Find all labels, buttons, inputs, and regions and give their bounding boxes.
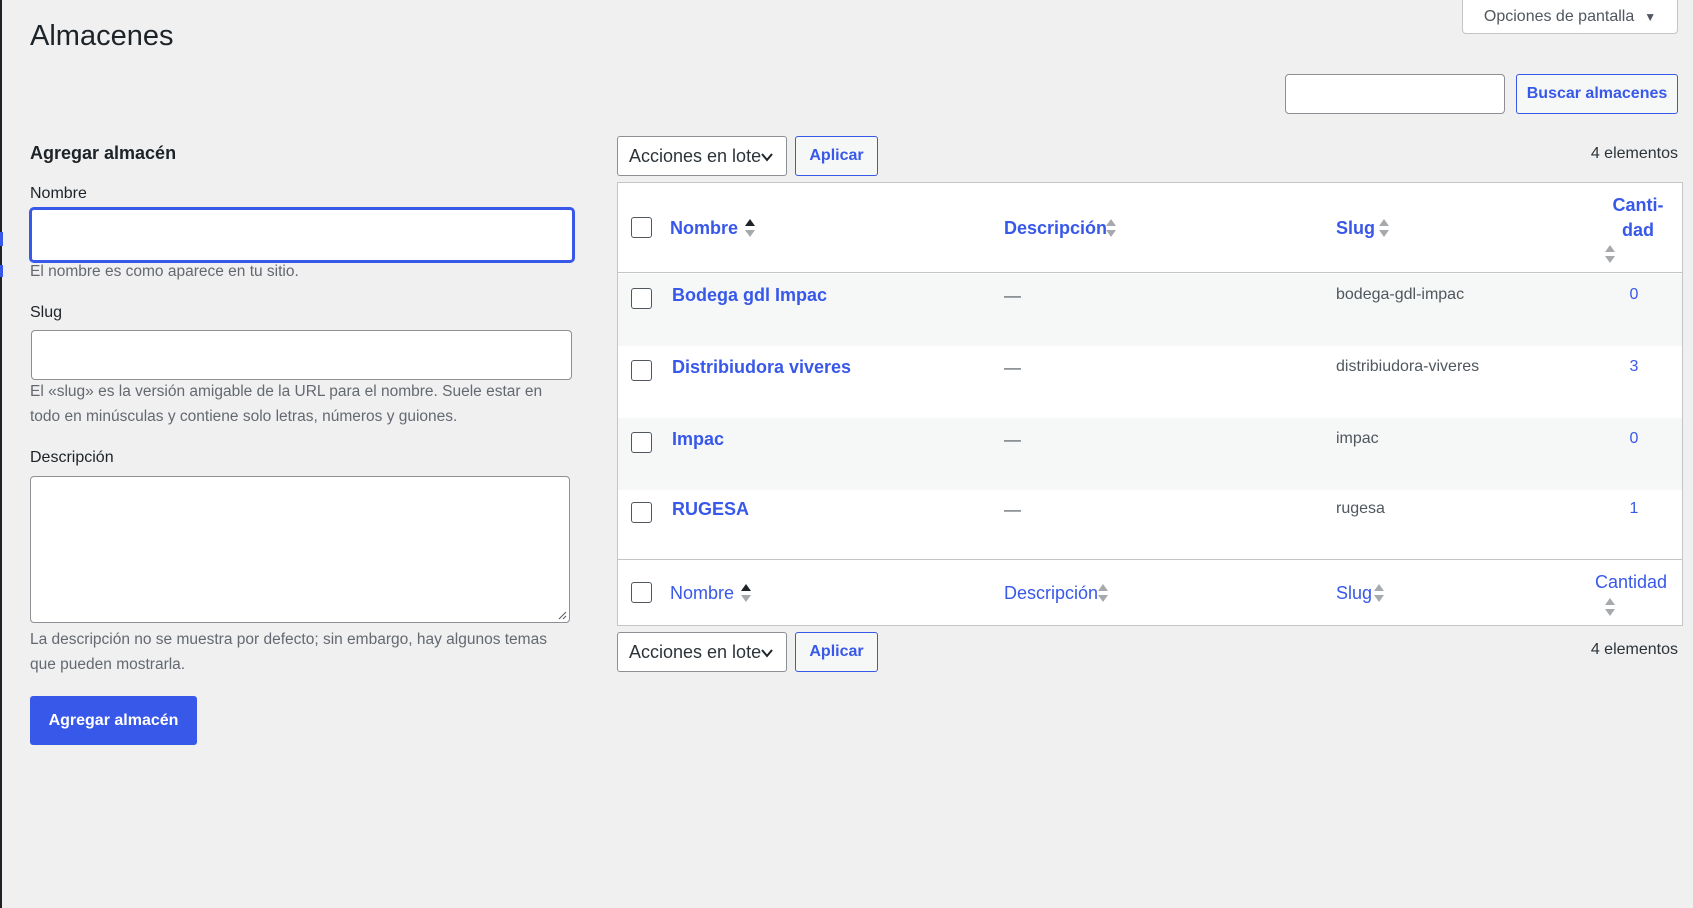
- focus-indicator: [0, 232, 3, 246]
- description-label: Descripción: [30, 449, 114, 466]
- search-button[interactable]: Buscar almacenes: [1516, 74, 1678, 114]
- row-name-link[interactable]: Impac: [672, 429, 724, 450]
- caret-down-icon: ▼: [1644, 9, 1657, 24]
- select-all-checkbox[interactable]: [631, 217, 652, 238]
- table-footer: Nombre Descripción Slug Cantidad: [618, 559, 1682, 625]
- items-count: 4 elementos: [1590, 641, 1678, 658]
- items-count: 4 elementos: [1590, 145, 1678, 162]
- row-name-link[interactable]: Distribiudora viveres: [672, 357, 851, 378]
- sort-icon[interactable]: [1373, 582, 1385, 604]
- row-count-link[interactable]: 3: [1624, 358, 1644, 376]
- sort-icon[interactable]: [1604, 596, 1616, 618]
- name-help: El nombre es como aparece en tu sitio.: [30, 263, 299, 280]
- row-description: —: [1004, 358, 1021, 377]
- column-slug-header[interactable]: Slug: [1336, 218, 1375, 239]
- sort-asc-icon[interactable]: [744, 217, 756, 239]
- screen-options-button[interactable]: Opciones de pantalla ▼: [1462, 0, 1678, 34]
- row-checkbox[interactable]: [631, 288, 652, 309]
- column-count-footer[interactable]: Cantidad: [1595, 572, 1667, 593]
- search-input[interactable]: [1285, 74, 1505, 114]
- page-title: Almacenes: [30, 20, 174, 52]
- name-field[interactable]: [30, 208, 574, 262]
- sort-asc-icon[interactable]: [740, 582, 752, 604]
- screen-options-label: Opciones de pantalla: [1483, 7, 1635, 25]
- column-count-label-line1: Canti-: [1612, 195, 1664, 215]
- bulk-actions-selected: Acciones en lote: [629, 641, 762, 662]
- bulk-actions-select[interactable]: Acciones en lote: [617, 632, 787, 672]
- column-name-header[interactable]: Nombre: [670, 218, 738, 239]
- sort-icon[interactable]: [1378, 217, 1390, 239]
- admin-menu-edge: [0, 0, 2, 908]
- slug-help: El «slug» es la versión amigable de la U…: [30, 383, 543, 425]
- table-header: Nombre Descripción Slug Canti- dad: [618, 183, 1682, 273]
- column-name-footer[interactable]: Nombre: [670, 583, 734, 604]
- apply-button[interactable]: Aplicar: [795, 632, 878, 672]
- row-slug: bodega-gdl-impac: [1336, 286, 1465, 303]
- name-label: Nombre: [30, 185, 87, 202]
- form-title: Agregar almacén: [30, 143, 177, 163]
- warehouses-table: Nombre Descripción Slug Canti- dad Bodeg…: [617, 182, 1683, 626]
- row-slug: impac: [1336, 430, 1379, 447]
- row-name-link[interactable]: Bodega gdl Impac: [672, 285, 827, 306]
- row-description: —: [1004, 500, 1021, 519]
- row-count-link[interactable]: 0: [1624, 430, 1644, 448]
- add-warehouse-button[interactable]: Agregar almacén: [30, 696, 197, 745]
- column-description-header[interactable]: Descripción: [1004, 218, 1107, 239]
- column-slug-footer[interactable]: Slug: [1336, 583, 1372, 604]
- slug-label: Slug: [30, 304, 63, 321]
- focus-indicator: [0, 265, 3, 277]
- row-checkbox[interactable]: [631, 360, 652, 381]
- select-all-checkbox[interactable]: [631, 582, 652, 603]
- row-count-link[interactable]: 1: [1624, 500, 1644, 518]
- table-row: Bodega gdl Impac — bodega-gdl-impac 0: [618, 274, 1682, 346]
- description-field[interactable]: [30, 476, 570, 623]
- description-help: La descripción no se muestra por defecto…: [30, 631, 547, 673]
- row-count-link[interactable]: 0: [1624, 286, 1644, 304]
- resize-grip-icon[interactable]: [557, 610, 567, 620]
- row-description: —: [1004, 286, 1021, 305]
- chevron-down-icon: [761, 649, 773, 658]
- table-row: Distribiudora viveres — distribiudora-vi…: [618, 346, 1682, 418]
- column-count-label-line2: dad: [1621, 220, 1654, 240]
- row-checkbox[interactable]: [631, 502, 652, 523]
- sort-icon[interactable]: [1604, 243, 1616, 265]
- column-description-footer[interactable]: Descripción: [1004, 583, 1098, 604]
- sort-icon[interactable]: [1105, 217, 1117, 239]
- slug-field[interactable]: [31, 330, 572, 380]
- row-slug: rugesa: [1336, 500, 1385, 517]
- bulk-actions-select[interactable]: Acciones en lote: [617, 136, 787, 176]
- bulk-actions-selected: Acciones en lote: [629, 145, 762, 166]
- row-checkbox[interactable]: [631, 432, 652, 453]
- table-row: Impac — impac 0: [618, 418, 1682, 490]
- apply-button[interactable]: Aplicar: [795, 136, 878, 176]
- row-slug: distribiudora-viveres: [1336, 358, 1480, 375]
- table-row: RUGESA — rugesa 1: [618, 488, 1682, 560]
- row-description: —: [1004, 430, 1021, 449]
- row-name-link[interactable]: RUGESA: [672, 499, 749, 520]
- chevron-down-icon: [761, 153, 773, 162]
- sort-icon[interactable]: [1097, 582, 1109, 604]
- column-count-header[interactable]: Canti- dad: [1608, 193, 1668, 243]
